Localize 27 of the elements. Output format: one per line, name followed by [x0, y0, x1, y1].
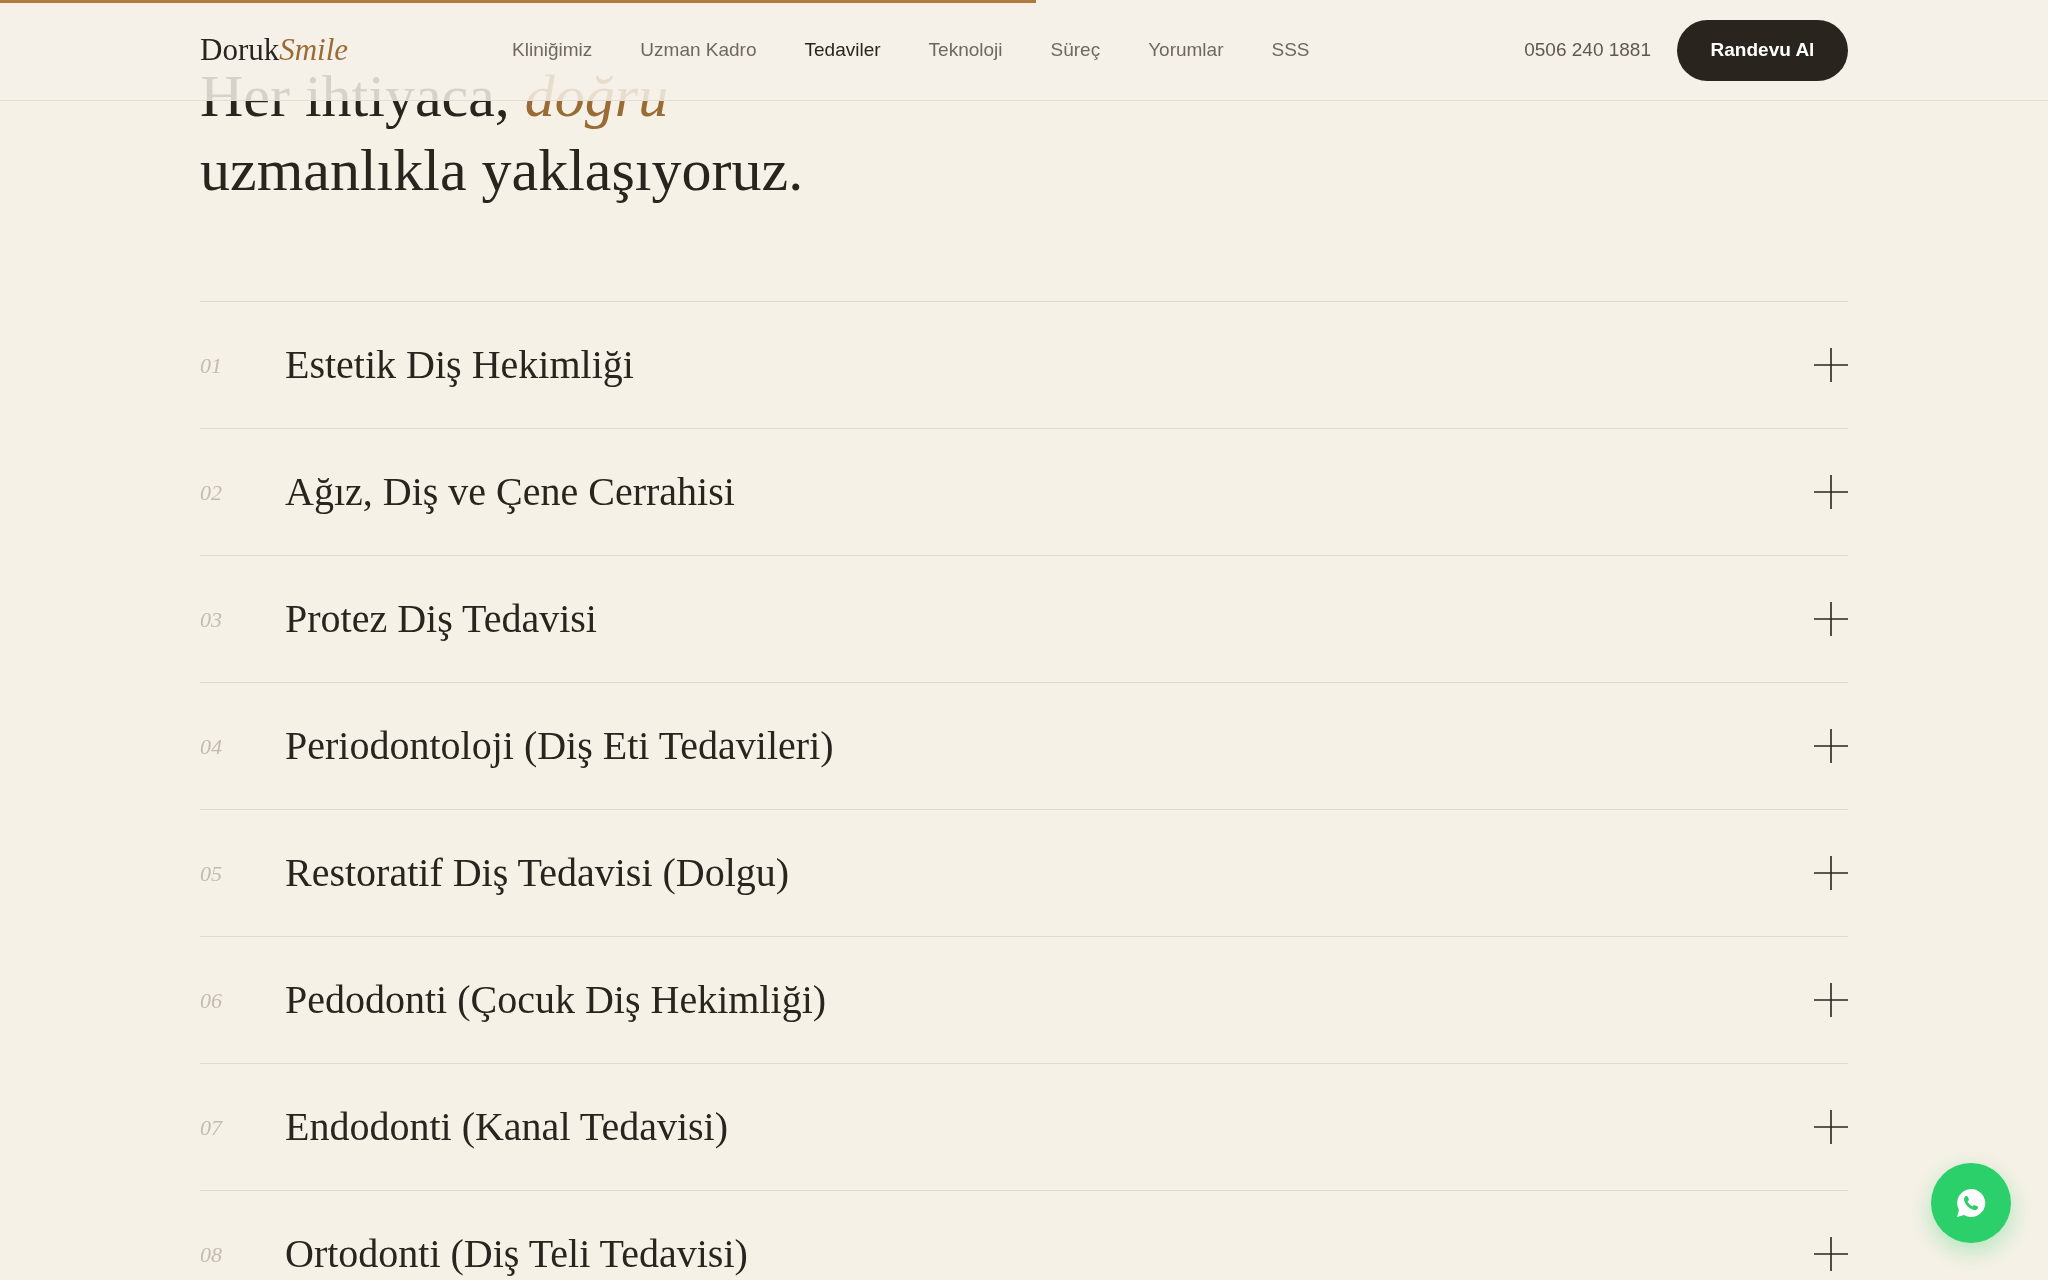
- item-title: Periodontoloji (Diş Eti Tedavileri): [285, 722, 835, 770]
- plus-icon[interactable]: [1814, 475, 1848, 509]
- section-heading: uzmanlıkla yaklaşıyoruz.: [200, 136, 805, 205]
- nav-link[interactable]: Tedaviler: [804, 35, 881, 65]
- nav-link[interactable]: SSS: [1271, 35, 1310, 65]
- phone-link[interactable]: 0506 240 1881: [1524, 35, 1651, 65]
- plus-icon[interactable]: [1814, 729, 1848, 763]
- nav-link[interactable]: Süreç: [1050, 35, 1101, 65]
- plus-icon[interactable]: [1814, 1110, 1848, 1144]
- nav-link[interactable]: Uzman Kadro: [640, 35, 757, 65]
- plus-icon[interactable]: [1814, 856, 1848, 890]
- item-title: Estetik Diş Hekimliği: [285, 341, 635, 389]
- item-title: Ağız, Diş ve Çene Cerrahisi: [285, 468, 736, 516]
- plus-icon[interactable]: [1814, 348, 1848, 382]
- nav-link[interactable]: Kliniğimiz: [512, 35, 593, 65]
- item-title: Restoratif Diş Tedavisi (Dolgu): [285, 849, 791, 897]
- item-title: Protez Diş Tedavisi: [285, 595, 598, 643]
- nav-link[interactable]: Yorumlar: [1148, 35, 1224, 65]
- item-title: Endodonti (Kanal Tedavisi): [285, 1103, 730, 1151]
- plus-icon[interactable]: [1814, 602, 1848, 636]
- nav-link[interactable]: Teknoloji: [928, 35, 1003, 65]
- item-title: Pedodonti (Çocuk Diş Hekimliği): [285, 976, 828, 1024]
- item-title: Ortodonti (Diş Teli Tedavisi): [285, 1230, 749, 1278]
- chat-phone-icon: [1954, 1186, 1988, 1220]
- plus-icon[interactable]: [1814, 1237, 1848, 1271]
- appointment-button[interactable]: Randevu Al: [1677, 19, 1848, 81]
- plus-icon[interactable]: [1814, 983, 1848, 1017]
